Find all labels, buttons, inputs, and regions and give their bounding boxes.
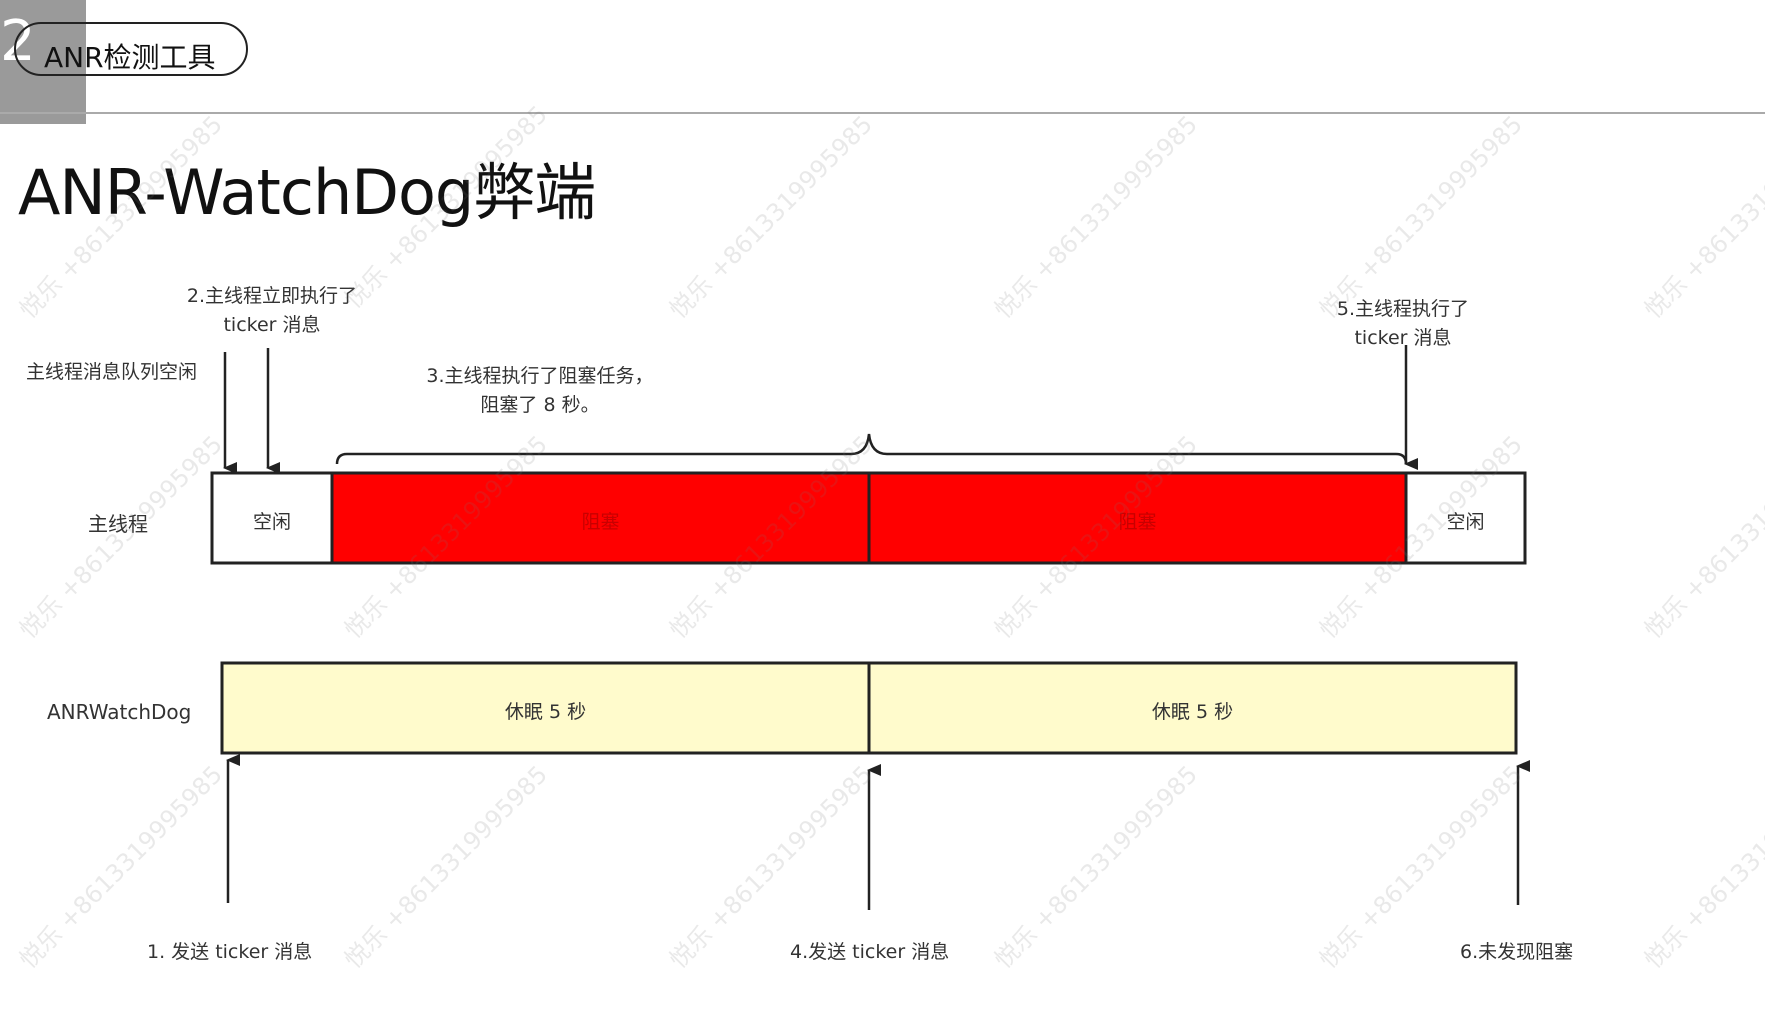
blocking-task-line2: 阻塞了 8 秒。 [480, 394, 600, 416]
immediate-exec-line2: ticker 消息 [223, 314, 321, 336]
send-ticker-4-label: 4.发送 ticker 消息 [790, 941, 950, 963]
immediate-exec-line1: 2.主线程立即执行了 [186, 285, 358, 307]
no-block-found-label: 6.未发现阻塞 [1460, 941, 1574, 963]
main-block-2-label: 阻塞 [1118, 511, 1157, 533]
exec-ticker-line1: 5.主线程执行了 [1336, 298, 1470, 320]
main-thread-lane-label: 主线程 [88, 512, 148, 536]
queue-idle-label: 主线程消息队列空闲 [26, 361, 198, 383]
blocking-brace [335, 433, 1408, 465]
main-idle-start-label: 空闲 [252, 511, 291, 533]
main-idle-end-label: 空闲 [1446, 511, 1485, 533]
blocking-task-line1: 3.主线程执行了阻塞任务， [426, 365, 654, 387]
exec-ticker-label: 5.主线程执行了 ticker 消息 [1303, 294, 1503, 350]
immediate-exec-label: 2.主线程立即执行了 ticker 消息 [172, 281, 372, 337]
exec-ticker-line2: ticker 消息 [1354, 327, 1452, 349]
blocking-task-label: 3.主线程执行了阻塞任务， 阻塞了 8 秒。 [410, 361, 670, 417]
watchdog-sleep-1-label: 休眠 5 秒 [504, 701, 587, 723]
main-block-1-label: 阻塞 [581, 511, 620, 533]
watchdog-lane-label: ANRWatchDog [47, 700, 192, 724]
watchdog-sleep-2-label: 休眠 5 秒 [1151, 701, 1234, 723]
send-ticker-1-label: 1. 发送 ticker 消息 [147, 941, 313, 963]
